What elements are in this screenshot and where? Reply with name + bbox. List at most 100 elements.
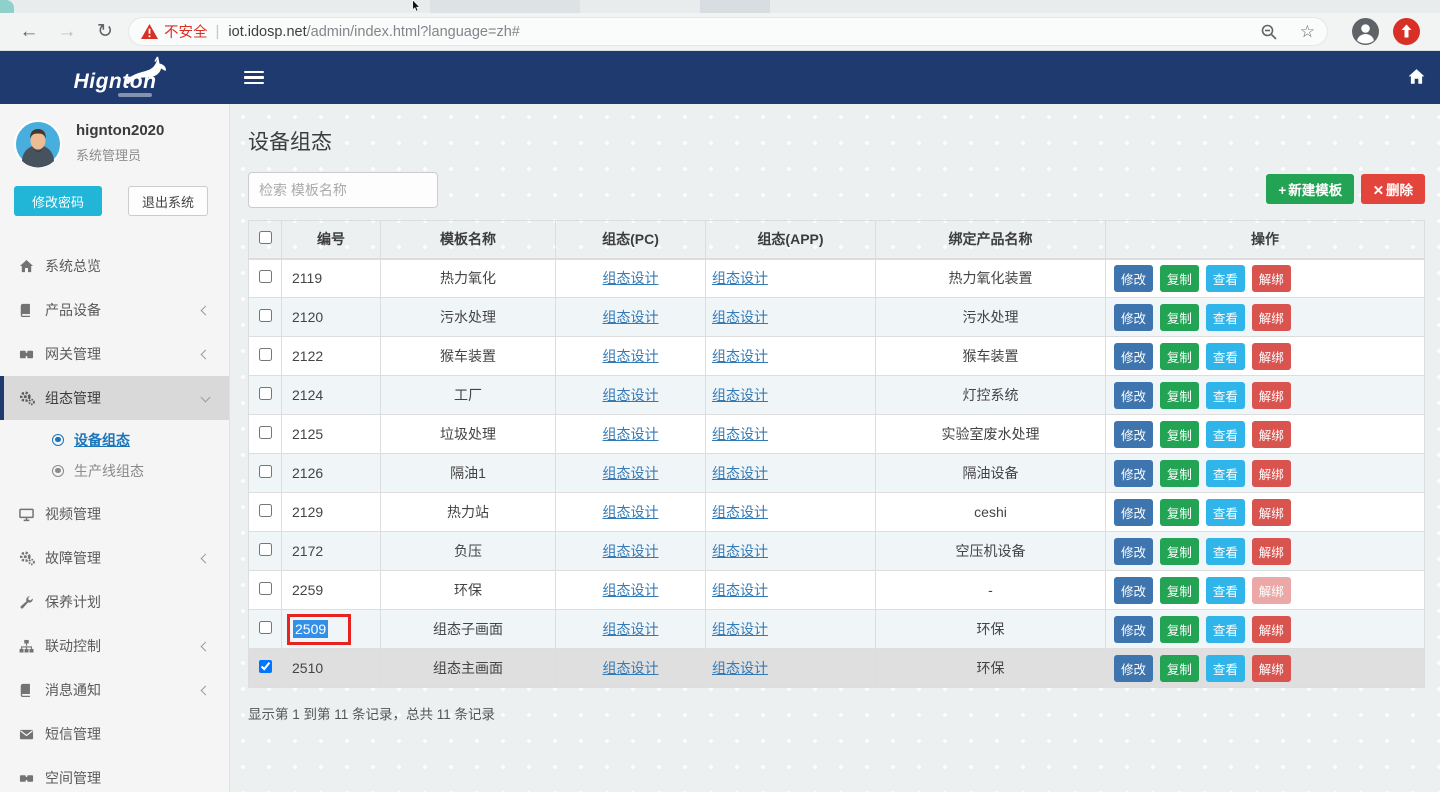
config-app-link[interactable]: 组态设计 [712,543,768,559]
sidebar-item-fault[interactable]: 故障管理 [0,536,229,580]
edit-button[interactable]: 修改 [1114,616,1153,643]
browser-reload-icon[interactable]: ↻ [86,20,124,43]
sidebar-item-video[interactable]: 视频管理 [0,492,229,536]
config-pc-link[interactable]: 组态设计 [603,621,659,637]
bookmark-star-icon[interactable]: ☆ [1300,22,1315,42]
change-password-button[interactable]: 修改密码 [14,186,102,216]
edit-button[interactable]: 修改 [1114,421,1153,448]
sidebar-item-sms[interactable]: 短信管理 [0,712,229,756]
sidebar-item-system-overview[interactable]: 系统总览 [0,244,229,288]
edit-button[interactable]: 修改 [1114,655,1153,682]
view-button[interactable]: 查看 [1206,577,1245,604]
unbind-button[interactable]: 解绑 [1252,616,1291,643]
copy-button[interactable]: 复制 [1160,304,1199,331]
edit-button[interactable]: 修改 [1114,577,1153,604]
unbind-button[interactable]: 解绑 [1252,460,1291,487]
copy-button[interactable]: 复制 [1160,538,1199,565]
row-checkbox[interactable] [259,660,272,673]
delete-button[interactable]: ✕删除 [1361,174,1425,204]
config-app-link[interactable]: 组态设计 [712,504,768,520]
browser-profile-icon[interactable] [1352,18,1379,45]
sidebar-item-linkage[interactable]: 联动控制 [0,624,229,668]
row-checkbox[interactable] [259,387,272,400]
config-pc-link[interactable]: 组态设计 [603,543,659,559]
edit-button[interactable]: 修改 [1114,499,1153,526]
view-button[interactable]: 查看 [1206,460,1245,487]
browser-forward-icon[interactable]: → [48,21,86,43]
zoom-out-icon[interactable] [1260,23,1278,41]
copy-button[interactable]: 复制 [1160,265,1199,292]
row-checkbox[interactable] [259,582,272,595]
browser-update-icon[interactable] [1393,18,1420,45]
config-pc-link[interactable]: 组态设计 [603,309,659,325]
menu-toggle-icon[interactable] [244,68,264,88]
unbind-button[interactable]: 解绑 [1252,499,1291,526]
config-pc-link[interactable]: 组态设计 [603,426,659,442]
config-app-link[interactable]: 组态设计 [712,387,768,403]
view-button[interactable]: 查看 [1206,265,1245,292]
config-app-link[interactable]: 组态设计 [712,348,768,364]
row-checkbox[interactable] [259,465,272,478]
sidebar-subitem-device-config[interactable]: 设备组态 [0,424,229,455]
row-checkbox[interactable] [259,270,272,283]
unbind-button[interactable]: 解绑 [1252,421,1291,448]
unbind-button[interactable]: 解绑 [1252,577,1291,604]
unbind-button[interactable]: 解绑 [1252,382,1291,409]
edit-button[interactable]: 修改 [1114,343,1153,370]
config-pc-link[interactable]: 组态设计 [603,660,659,676]
sidebar-subitem-production-line-config[interactable]: 生产线组态 [0,455,229,486]
config-app-link[interactable]: 组态设计 [712,426,768,442]
sidebar-item-product-devices[interactable]: 产品设备 [0,288,229,332]
view-button[interactable]: 查看 [1206,382,1245,409]
sidebar-item-space[interactable]: 空间管理 [0,756,229,793]
logout-button[interactable]: 退出系统 [128,186,208,216]
edit-button[interactable]: 修改 [1114,538,1153,565]
sidebar-item-notification[interactable]: 消息通知 [0,668,229,712]
address-bar[interactable]: 不安全 | iot.idosp.net/admin/index.html?lan… [128,17,1328,46]
copy-button[interactable]: 复制 [1160,655,1199,682]
config-app-link[interactable]: 组态设计 [712,270,768,286]
config-pc-link[interactable]: 组态设计 [603,504,659,520]
config-app-link[interactable]: 组态设计 [712,621,768,637]
view-button[interactable]: 查看 [1206,499,1245,526]
config-app-link[interactable]: 组态设计 [712,465,768,481]
config-app-link[interactable]: 组态设计 [712,582,768,598]
config-app-link[interactable]: 组态设计 [712,309,768,325]
unbind-button[interactable]: 解绑 [1252,304,1291,331]
config-pc-link[interactable]: 组态设计 [603,348,659,364]
row-checkbox[interactable] [259,309,272,322]
home-icon[interactable] [1407,68,1426,86]
row-checkbox[interactable] [259,426,272,439]
edit-button[interactable]: 修改 [1114,304,1153,331]
sidebar-item-config-management[interactable]: 组态管理 [0,376,229,420]
config-pc-link[interactable]: 组态设计 [603,387,659,403]
view-button[interactable]: 查看 [1206,655,1245,682]
search-input[interactable] [248,172,438,208]
copy-button[interactable]: 复制 [1160,577,1199,604]
new-template-button[interactable]: +新建模板 [1266,174,1354,204]
unbind-button[interactable]: 解绑 [1252,343,1291,370]
edit-button[interactable]: 修改 [1114,460,1153,487]
row-checkbox[interactable] [259,621,272,634]
row-checkbox[interactable] [259,543,272,556]
copy-button[interactable]: 复制 [1160,616,1199,643]
unbind-button[interactable]: 解绑 [1252,265,1291,292]
unbind-button[interactable]: 解绑 [1252,655,1291,682]
edit-button[interactable]: 修改 [1114,265,1153,292]
config-pc-link[interactable]: 组态设计 [603,465,659,481]
copy-button[interactable]: 复制 [1160,382,1199,409]
view-button[interactable]: 查看 [1206,343,1245,370]
view-button[interactable]: 查看 [1206,616,1245,643]
copy-button[interactable]: 复制 [1160,343,1199,370]
edit-button[interactable]: 修改 [1114,382,1153,409]
sidebar-item-maintenance[interactable]: 保养计划 [0,580,229,624]
copy-button[interactable]: 复制 [1160,421,1199,448]
sidebar-item-gateway[interactable]: 网关管理 [0,332,229,376]
row-checkbox[interactable] [259,504,272,517]
view-button[interactable]: 查看 [1206,538,1245,565]
select-all-checkbox[interactable] [259,231,272,244]
copy-button[interactable]: 复制 [1160,499,1199,526]
copy-button[interactable]: 复制 [1160,460,1199,487]
config-app-link[interactable]: 组态设计 [712,660,768,676]
view-button[interactable]: 查看 [1206,304,1245,331]
